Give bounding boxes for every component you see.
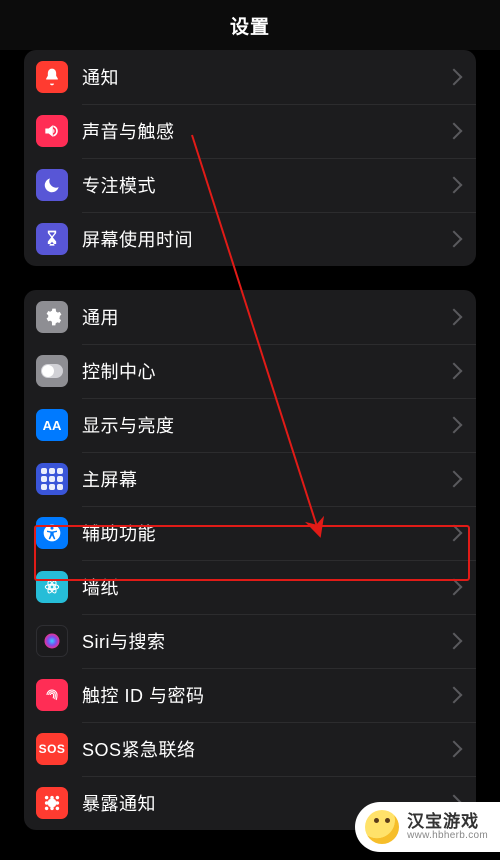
row-label: 专注模式 — [82, 172, 448, 198]
watermark: 汉宝游戏 www.hbherb.com — [355, 802, 500, 852]
row-label: 控制中心 — [82, 358, 448, 384]
row-homescreen[interactable]: 主屏幕 — [24, 452, 476, 506]
hourglass-icon — [36, 223, 68, 255]
chevron-right-icon — [446, 69, 463, 86]
row-sos[interactable]: SOS SOS紧急联络 — [24, 722, 476, 776]
row-touchid[interactable]: 触控 ID 与密码 — [24, 668, 476, 722]
watermark-brand: 汉宝游戏 — [407, 813, 488, 831]
chevron-right-icon — [446, 177, 463, 194]
settings-group-2: 通用 控制中心 AA 显示与亮度 主屏幕 辅助功能 墙纸 — [24, 290, 476, 830]
row-wallpaper[interactable]: 墙纸 — [24, 560, 476, 614]
chevron-right-icon — [446, 741, 463, 758]
chevron-right-icon — [446, 363, 463, 380]
chevron-right-icon — [446, 417, 463, 434]
app-grid-icon — [36, 463, 68, 495]
toggle-icon — [36, 355, 68, 387]
row-label: 主屏幕 — [82, 466, 448, 492]
siri-icon — [36, 625, 68, 657]
row-label: 显示与亮度 — [82, 412, 448, 438]
watermark-url: www.hbherb.com — [407, 831, 488, 842]
row-screentime[interactable]: 屏幕使用时间 — [24, 212, 476, 266]
chevron-right-icon — [446, 525, 463, 542]
accessibility-icon — [36, 517, 68, 549]
row-focus[interactable]: 专注模式 — [24, 158, 476, 212]
chevron-right-icon — [446, 579, 463, 596]
row-label: Siri与搜索 — [82, 628, 448, 654]
row-display[interactable]: AA 显示与亮度 — [24, 398, 476, 452]
moon-icon — [36, 169, 68, 201]
row-label: 屏幕使用时间 — [82, 226, 448, 252]
chevron-right-icon — [446, 309, 463, 326]
row-label: SOS紧急联络 — [82, 736, 448, 762]
row-label: 通用 — [82, 304, 448, 330]
text-size-icon: AA — [36, 409, 68, 441]
gear-icon — [36, 301, 68, 333]
chevron-right-icon — [446, 687, 463, 704]
row-sounds[interactable]: 声音与触感 — [24, 104, 476, 158]
fingerprint-icon — [36, 679, 68, 711]
row-controlcenter[interactable]: 控制中心 — [24, 344, 476, 398]
chevron-right-icon — [446, 471, 463, 488]
chevron-right-icon — [446, 123, 463, 140]
flower-icon — [36, 571, 68, 603]
row-label: 辅助功能 — [82, 520, 448, 546]
page-title: 设置 — [230, 12, 270, 39]
exposure-icon — [36, 787, 68, 819]
header: 设置 — [0, 0, 500, 50]
chevron-right-icon — [446, 231, 463, 248]
row-accessibility[interactable]: 辅助功能 — [24, 506, 476, 560]
row-label: 墙纸 — [82, 574, 448, 600]
row-label: 声音与触感 — [82, 118, 448, 144]
chevron-right-icon — [446, 633, 463, 650]
row-siri[interactable]: Siri与搜索 — [24, 614, 476, 668]
row-notifications[interactable]: 通知 — [24, 50, 476, 104]
speaker-icon — [36, 115, 68, 147]
settings-group-1: 通知 声音与触感 专注模式 屏幕使用时间 — [24, 50, 476, 266]
sos-icon: SOS — [36, 733, 68, 765]
watermark-logo-icon — [365, 810, 399, 844]
row-label: 通知 — [82, 64, 448, 90]
row-general[interactable]: 通用 — [24, 290, 476, 344]
row-label: 触控 ID 与密码 — [82, 682, 448, 708]
bell-icon — [36, 61, 68, 93]
